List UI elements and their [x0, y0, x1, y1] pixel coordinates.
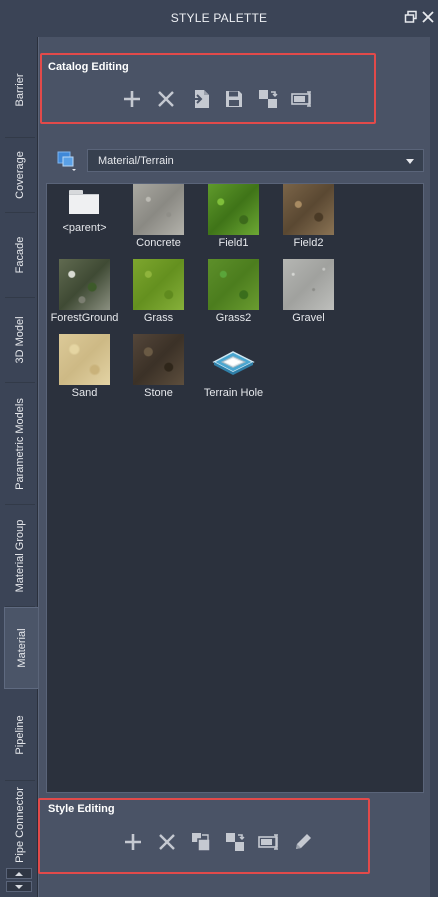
catalog-browse-button[interactable]: [56, 150, 80, 174]
tab-pipeline[interactable]: Pipeline: [5, 689, 35, 781]
catalog-dropdown-value: Material/Terrain: [98, 155, 174, 167]
item-label: Stone: [144, 387, 173, 399]
sand-texture-thumbnail: [59, 334, 110, 385]
list-item-forestground[interactable]: ForestGround: [47, 259, 122, 324]
tab-facade[interactable]: Facade: [5, 213, 35, 298]
edit-style-button[interactable]: [286, 828, 320, 856]
tab-scroll-down-button[interactable]: [6, 881, 32, 892]
field1-texture-thumbnail: [208, 184, 259, 235]
tab-label: Material: [15, 628, 28, 668]
item-label: Gravel: [292, 312, 325, 324]
item-label: ForestGround: [50, 312, 119, 324]
tab-3d-model[interactable]: 3D Model: [5, 298, 35, 383]
item-label: Terrain Hole: [203, 387, 264, 399]
copy-to-style-button[interactable]: [218, 828, 252, 856]
catalog-editing-toolbar: [115, 85, 319, 113]
tab-label: Material Group: [14, 519, 26, 592]
copy-style-button[interactable]: [184, 828, 218, 856]
tab-material-group[interactable]: Material Group: [5, 505, 35, 607]
add-icon: [125, 834, 141, 850]
grass-texture-thumbnail: [133, 259, 184, 310]
rename-style-button[interactable]: [252, 828, 286, 856]
item-label: Grass2: [215, 312, 252, 324]
arrow-down-icon: [15, 884, 23, 889]
rename-icon: [258, 834, 278, 850]
forestground-texture-thumbnail: [59, 259, 110, 310]
arrow-up-icon: [15, 871, 23, 876]
grass2-texture-thumbnail: [208, 259, 259, 310]
rename-icon: [291, 91, 311, 107]
add-icon: [124, 91, 140, 107]
delete-icon: [158, 91, 174, 107]
save-icon: [226, 91, 242, 107]
import-icon: [190, 90, 209, 108]
tab-label: Barrier: [14, 73, 26, 107]
tab-scroll-up-button[interactable]: [6, 868, 32, 879]
style-editing-toolbar[interactable]: [116, 828, 320, 856]
window-title: STYLE PALETTE: [170, 11, 268, 25]
list-item-grass2[interactable]: Grass2: [196, 259, 271, 324]
delete-icon: [159, 834, 175, 850]
save-catalog-button[interactable]: [217, 85, 251, 113]
tab-pipe-connector[interactable]: Pipe Connector: [5, 781, 35, 869]
copy-to-catalog-button[interactable]: [251, 85, 285, 113]
style-editing-section: Style Editing: [38, 798, 370, 874]
catalog-editing-section: Catalog Editing: [40, 53, 376, 124]
tab-label: Parametric Models: [14, 397, 26, 490]
gravel-texture-thumbnail: [283, 259, 334, 310]
delete-catalog-button[interactable]: [149, 85, 183, 113]
catalog-editing-title: Catalog Editing: [48, 61, 129, 73]
chevron-down-icon: [406, 159, 414, 164]
add-style-button[interactable]: [116, 828, 150, 856]
list-item-parent[interactable]: <parent>: [47, 186, 122, 234]
catalog-dropdown[interactable]: Material/Terrain: [87, 149, 424, 172]
tab-label: Coverage: [14, 151, 26, 199]
style-item-grid: <parent> Concrete Field1 Field2 ForestGr…: [46, 183, 424, 793]
stone-texture-thumbnail: [133, 334, 184, 385]
tab-material[interactable]: Material: [4, 607, 38, 689]
vertical-tab-strip: Barrier Coverage Facade 3D Model Paramet…: [0, 37, 38, 897]
rename-catalog-button[interactable]: [285, 85, 319, 113]
title-bar: STYLE PALETTE: [0, 0, 438, 37]
style-editing-title: Style Editing: [48, 803, 115, 815]
tab-label: Facade: [14, 236, 26, 274]
restore-icon[interactable]: [404, 10, 418, 24]
catalog-icon: [57, 151, 76, 171]
item-label: Concrete: [136, 237, 181, 249]
item-label: <parent>: [62, 222, 107, 234]
delete-style-button[interactable]: [150, 828, 184, 856]
item-label: Grass: [143, 312, 174, 324]
list-item-gravel[interactable]: Gravel: [271, 259, 346, 324]
terrain-hole-icon: [208, 334, 259, 385]
field2-texture-thumbnail: [283, 184, 334, 235]
list-item-stone[interactable]: Stone: [121, 334, 196, 399]
import-catalog-button[interactable]: [183, 85, 217, 113]
tab-label: Pipe Connector: [14, 787, 26, 863]
tab-label: Pipeline: [14, 714, 26, 755]
item-label: Sand: [71, 387, 98, 399]
copy-icon: [192, 833, 211, 852]
list-item-field2[interactable]: Field2: [271, 184, 346, 249]
item-label: Field2: [293, 237, 324, 249]
copy-to-icon: [226, 833, 245, 851]
tab-barrier[interactable]: Barrier: [5, 43, 35, 138]
add-catalog-button[interactable]: [115, 85, 149, 113]
copy-to-icon: [259, 90, 278, 108]
tab-parametric-models[interactable]: Parametric Models: [5, 383, 35, 505]
list-item-field1[interactable]: Field1: [196, 184, 271, 249]
close-icon[interactable]: [421, 10, 435, 24]
list-item-grass[interactable]: Grass: [121, 259, 196, 324]
tab-coverage[interactable]: Coverage: [5, 138, 35, 213]
tab-label: 3D Model: [14, 316, 26, 364]
list-item-terrain-hole[interactable]: Terrain Hole: [196, 334, 271, 399]
item-label: Field1: [218, 237, 249, 249]
list-item-sand[interactable]: Sand: [47, 334, 122, 399]
list-item-concrete[interactable]: Concrete: [121, 184, 196, 249]
edit-pencil-icon: [296, 834, 311, 849]
concrete-texture-thumbnail: [133, 184, 184, 235]
folder-icon: [59, 186, 110, 220]
